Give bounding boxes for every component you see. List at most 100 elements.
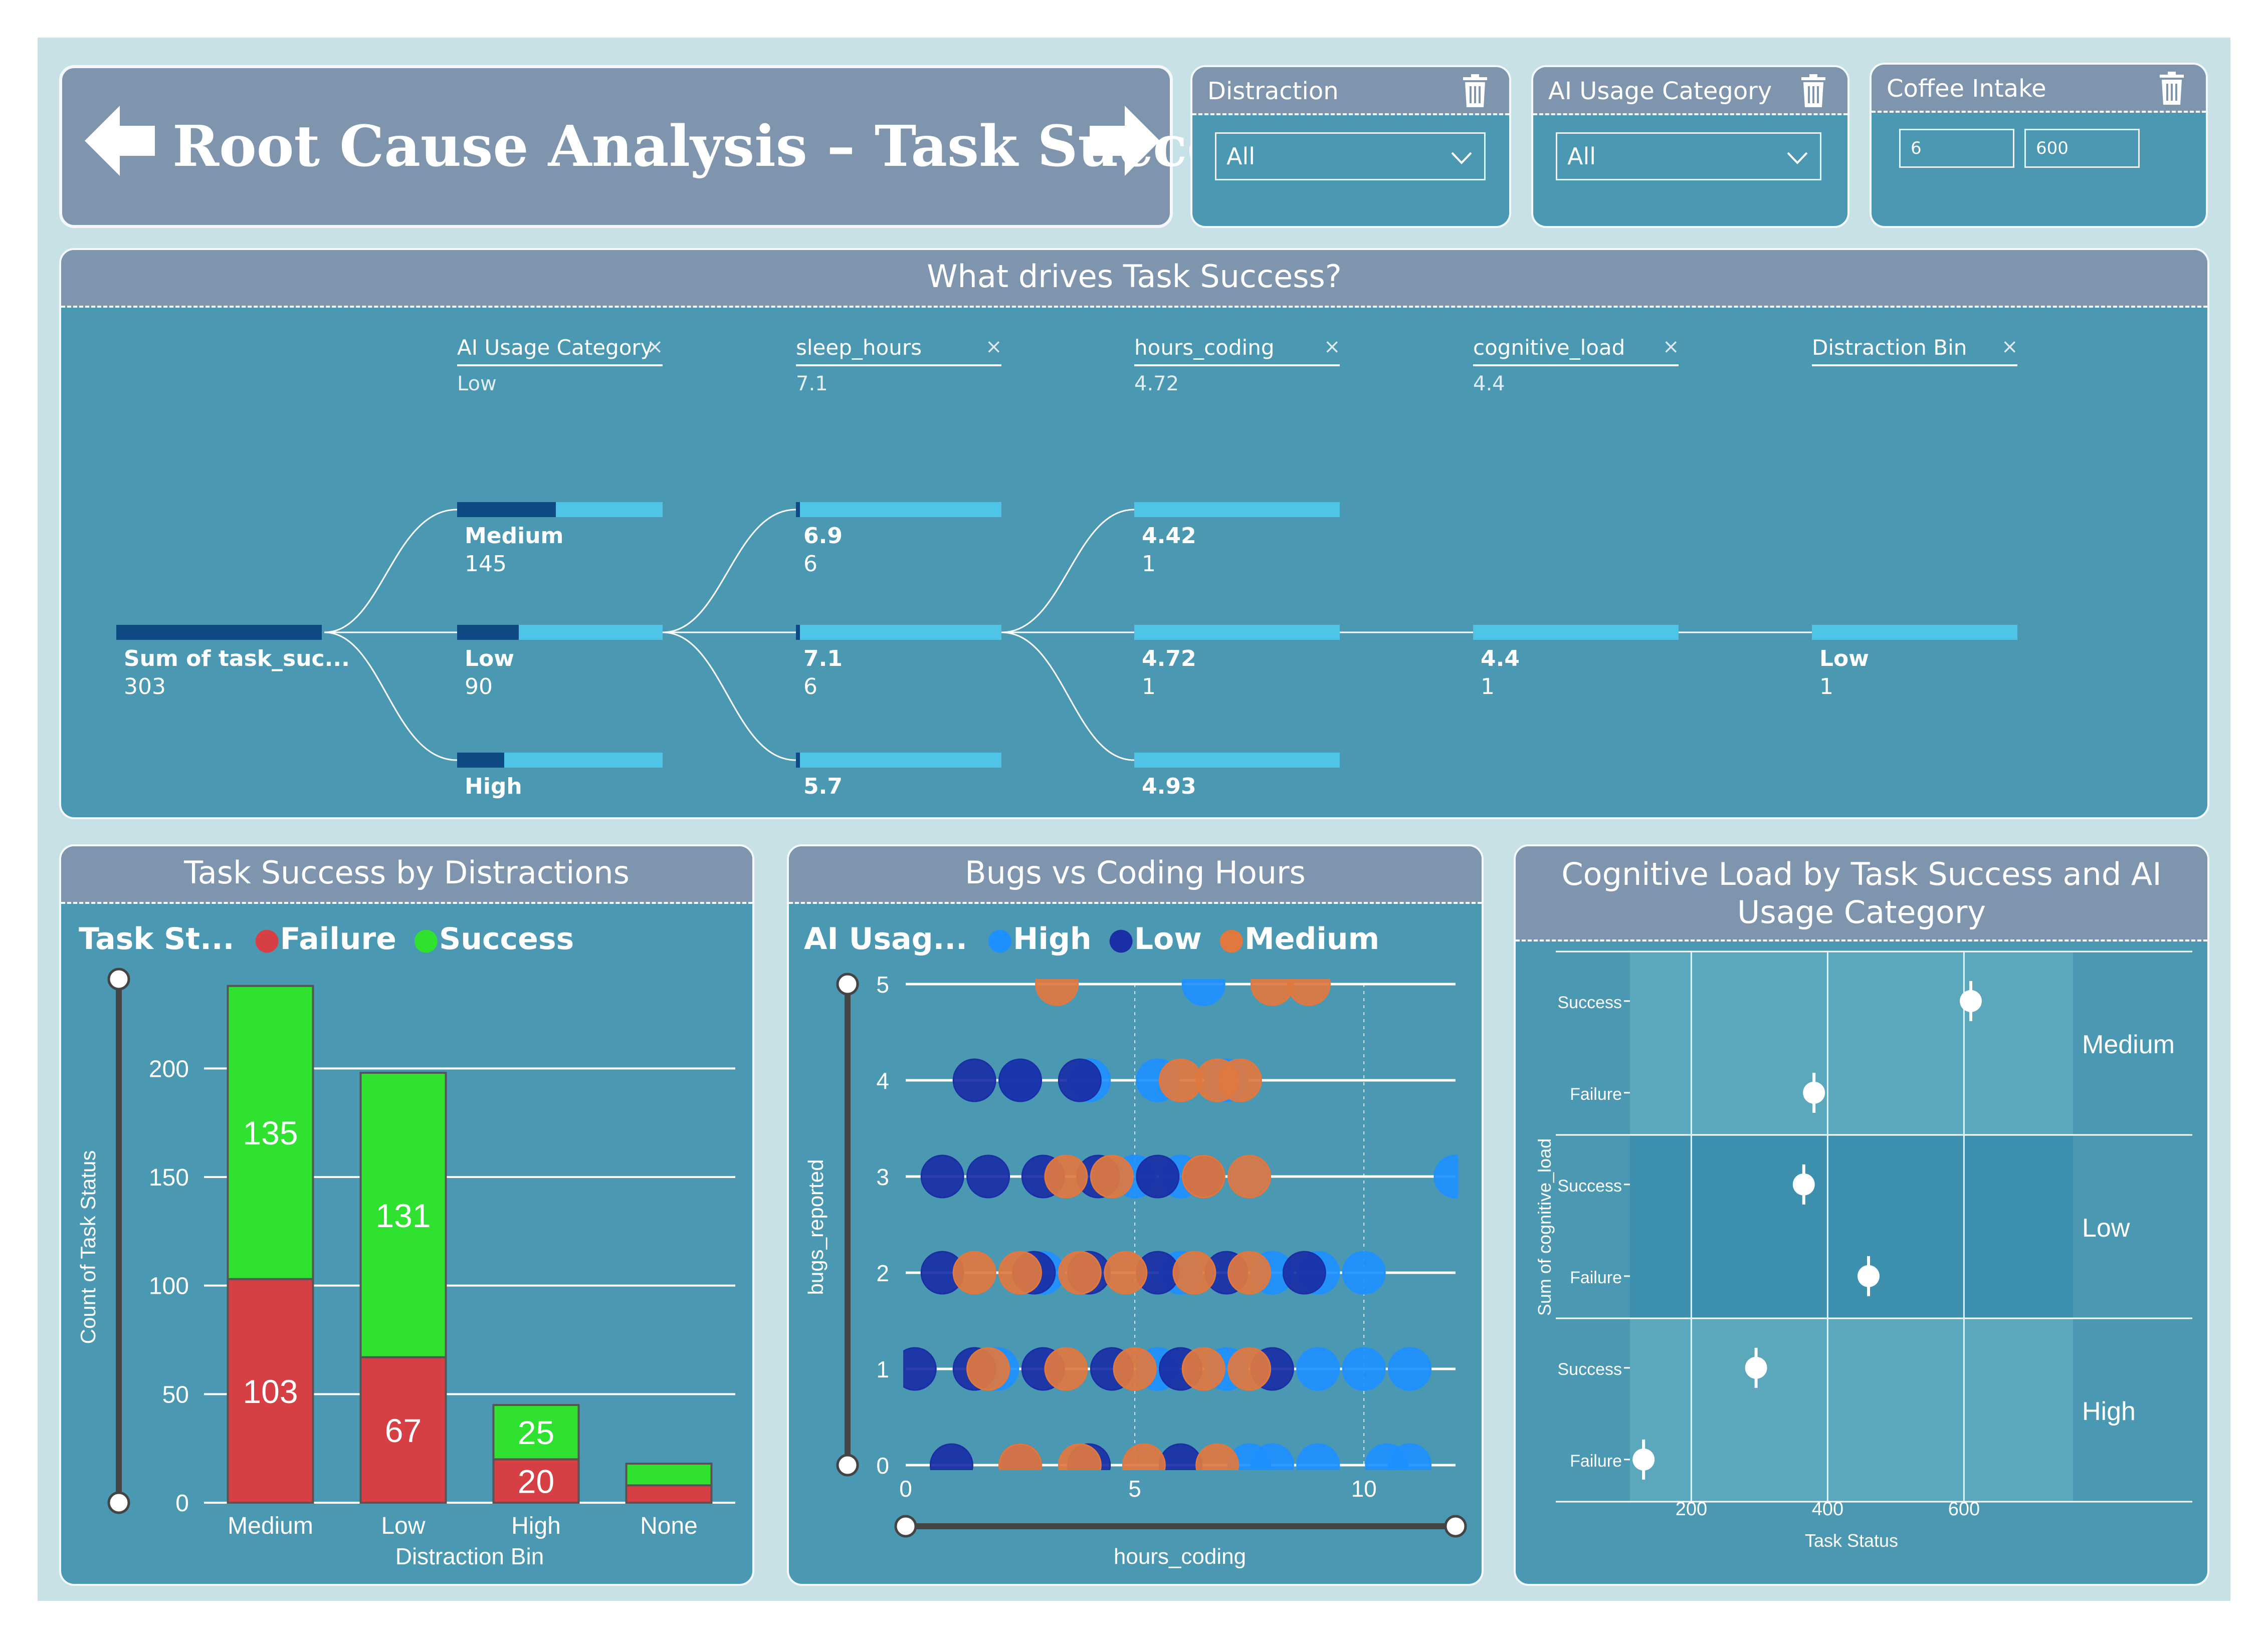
slider-handle-right (1444, 1515, 1467, 1538)
chevron-down-icon (1451, 152, 1472, 164)
x-tick-label: 600 (1948, 1499, 1980, 1520)
y-tick-label: 100 (149, 1273, 189, 1300)
x-tick-label: 200 (1676, 1499, 1707, 1520)
y-tick-label: 0 (876, 1453, 889, 1479)
data-point (1792, 1173, 1815, 1196)
row-label: Success (1558, 1177, 1622, 1196)
arrow-left-icon[interactable] (85, 106, 160, 176)
y-tick-label: 3 (876, 1164, 889, 1190)
y-axis-title: Count of Task Status (76, 1150, 100, 1344)
data-point (1858, 1265, 1880, 1287)
bubble-layer (903, 979, 1458, 1470)
slider-handle-bottom (107, 1491, 130, 1514)
facet-label: High (2082, 1397, 2136, 1426)
bubble-medium (1181, 1347, 1225, 1391)
node-bar-fill (796, 502, 800, 517)
bubble-medium (1035, 979, 1079, 1006)
bubble-medium (1104, 1251, 1148, 1295)
bubble-high (1433, 1154, 1458, 1199)
ai-usage-dropdown[interactable]: All (1556, 132, 1821, 180)
decomposition-tree-card: What drives Task Success? AI Usage Categ… (59, 248, 2209, 819)
bar-data-label: 67 (385, 1412, 422, 1449)
bubble-medium (1227, 1154, 1272, 1199)
bar-data-label: 135 (243, 1114, 298, 1151)
x-tick-label: None (640, 1513, 698, 1539)
bubble-high (1342, 1347, 1386, 1391)
bubble-medium (1090, 1154, 1134, 1199)
coffee-min-input[interactable]: 6 (1899, 129, 2014, 168)
bubble-low (929, 1443, 973, 1470)
bar-data-label: 20 (518, 1463, 554, 1500)
bubble-low (1136, 1154, 1180, 1199)
facet-label: Medium (2082, 1030, 2175, 1059)
bubble-medium (998, 1251, 1043, 1295)
bubble-medium (1227, 1347, 1272, 1391)
bubble-high (1388, 1443, 1432, 1470)
row-label: Failure (1570, 1268, 1622, 1287)
bubble-low (1058, 1058, 1102, 1102)
x-tick-label: Low (381, 1513, 425, 1539)
bubble-high (1388, 1347, 1432, 1391)
slicer-distraction: Distraction All (1190, 65, 1511, 228)
row-label: Success (1558, 1360, 1622, 1379)
bubble-medium (1181, 1154, 1225, 1199)
node-bar-fill (457, 502, 556, 517)
bubble-high (1181, 979, 1225, 1006)
node-bar-fill (457, 753, 505, 768)
bar-data-label: 103 (243, 1373, 298, 1410)
x-tick-label: 0 (899, 1476, 912, 1502)
distraction-dropdown[interactable]: All (1215, 132, 1486, 180)
trash-icon[interactable] (1461, 73, 1489, 108)
chart2-plot: 0 5 10 0 1 2 3 4 5 hours_coding bugs_reported (804, 972, 1467, 1569)
title-card: Root Cause Analysis – Task Success (59, 65, 1286, 228)
bubble-medium (1044, 1347, 1088, 1391)
x-tick-label: 10 (1351, 1476, 1377, 1502)
x-tick-label: 400 (1812, 1499, 1843, 1520)
slicer-ai-usage: AI Usage Category All (1531, 65, 1849, 228)
data-point (1745, 1356, 1767, 1379)
data-point (1803, 1081, 1825, 1104)
bubble-low (1159, 1443, 1202, 1470)
tree-connectors (324, 509, 1812, 761)
x-axis-title: hours_coding (1114, 1544, 1246, 1569)
bubble-low (920, 1154, 964, 1199)
slicer-coffee-label: Coffee Intake (1887, 75, 2046, 103)
chart-cognitive-card: Cognitive Load by Task Success and AI Us… (1514, 844, 2209, 1586)
slicer-distraction-label: Distraction (1207, 77, 1339, 105)
x-tick-label: Medium (228, 1513, 313, 1539)
x-tick-label: 5 (1128, 1476, 1141, 1502)
y-tick-label: 0 (175, 1490, 189, 1517)
bubble-high (1296, 1347, 1340, 1391)
trash-icon[interactable] (2158, 71, 2186, 106)
bubble-low (1282, 1251, 1326, 1295)
slider-handle-bottom (836, 1454, 859, 1477)
y-tick-label: 5 (876, 972, 889, 998)
chart1-plot: 0 50 100 150 200 103 135 Medium 67 131 Low 20 25 High… (76, 968, 735, 1569)
facet-band (1630, 952, 2073, 1135)
y-tick-label: 150 (149, 1164, 189, 1191)
slider-handle-top (836, 973, 859, 996)
y-axis-title: bugs_reported (804, 1159, 828, 1295)
x-tick-label: High (511, 1513, 561, 1539)
coffee-max-input[interactable]: 600 (2024, 129, 2140, 168)
bubble-high (1296, 1443, 1340, 1470)
node-bar-fill (796, 753, 800, 768)
y-axis-title: Sum of cognitive_load (1534, 1138, 1555, 1316)
slider-handle-top (107, 968, 130, 991)
y-tick-label: 1 (876, 1356, 889, 1382)
slicer-coffee-intake: Coffee Intake 6 600 (1870, 63, 2208, 228)
bubble-medium (952, 1251, 996, 1295)
chart-bugs-card: Bugs vs Coding Hours AI Usag... ●High ●L… (787, 844, 1484, 1586)
y-tick-label: 4 (876, 1068, 889, 1094)
y-tick-label: 2 (876, 1260, 889, 1286)
bubble-medium (1287, 979, 1331, 1006)
bubble-low (903, 1347, 937, 1391)
trash-icon[interactable] (1799, 73, 1827, 108)
facet-band (1630, 1318, 2073, 1502)
node-bar-fill (116, 625, 322, 640)
bubble-medium (1250, 979, 1294, 1006)
arrow-right-icon[interactable] (1085, 106, 1160, 176)
bubble-low (966, 1154, 1010, 1199)
bubble-medium (1058, 1251, 1102, 1295)
node-bar-fill (796, 625, 800, 640)
